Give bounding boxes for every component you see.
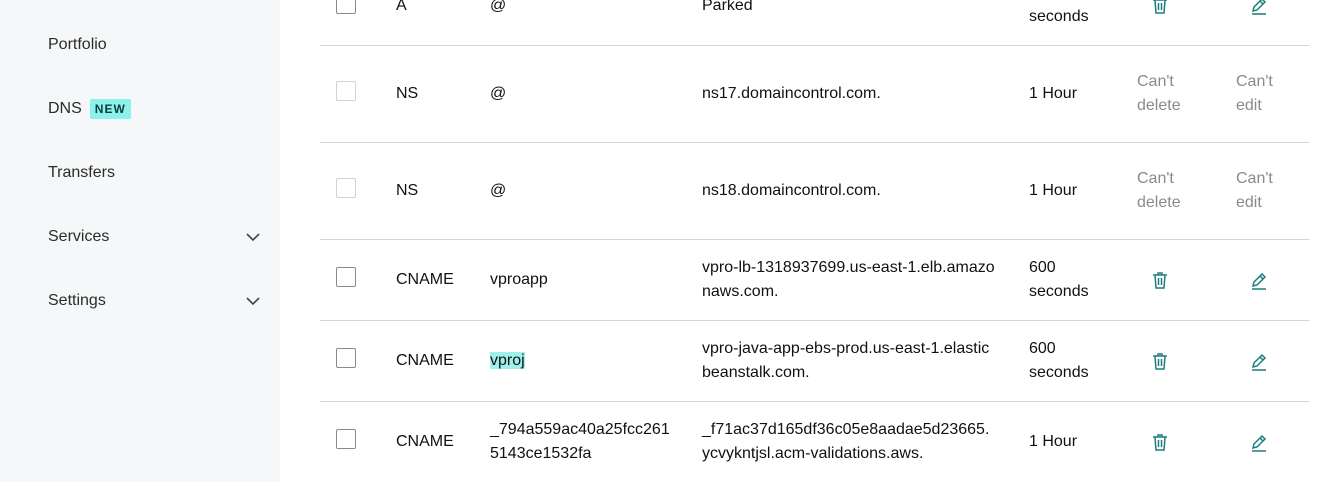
sidebar-item-dns[interactable]: DNS NEW: [48, 89, 262, 129]
table-row: NS @ ns18.domaincontrol.com. 1 Hour Can'…: [320, 143, 1309, 240]
row-checkbox[interactable]: [336, 267, 356, 287]
value-line: beanstalk.com.: [702, 364, 810, 381]
value-line: naws.com.: [702, 283, 779, 300]
label-line: Can't: [1236, 73, 1273, 90]
table-row: A @ Parked seconds: [320, 0, 1309, 46]
record-value: Parked: [702, 0, 753, 14]
row-checkbox[interactable]: [336, 348, 356, 368]
delete-record-button[interactable]: [1149, 0, 1171, 16]
record-type: CNAME: [396, 352, 454, 369]
chevron-down-icon: [246, 233, 260, 242]
record-type: NS: [396, 85, 419, 102]
record-value: vpro-java-app-ebs-prod.us-east-1.elastic…: [702, 337, 989, 385]
ttl-line: 600: [1029, 259, 1056, 276]
sidebar-item-label: Transfers: [48, 164, 115, 181]
value-line: _f71ac37d165df36c05e8aadae5d23665.: [702, 421, 990, 438]
ttl-line: 600: [1029, 340, 1056, 357]
pencil-icon: [1251, 434, 1267, 452]
edit-record-button[interactable]: [1248, 431, 1270, 453]
value-line: ycvykntjsl.acm-validations.aws.: [702, 445, 924, 462]
trash-icon: [1153, 0, 1167, 14]
edit-record-button[interactable]: [1248, 269, 1270, 291]
sidebar-item-settings[interactable]: Settings: [48, 281, 262, 321]
pencil-icon: [1251, 353, 1267, 371]
edit-record-button[interactable]: [1248, 0, 1270, 16]
sidebar-item-label: Portfolio: [48, 36, 107, 53]
cant-edit-label: Can't edit: [1236, 167, 1273, 215]
sidebar-item-portfolio[interactable]: Portfolio: [48, 25, 262, 65]
name-line: _794a559ac40a25fcc261: [490, 421, 670, 438]
label-line: delete: [1137, 194, 1181, 211]
cant-delete-label: Can't delete: [1137, 167, 1181, 215]
trash-icon: [1153, 434, 1167, 451]
delete-record-button[interactable]: [1149, 431, 1171, 453]
row-checkbox[interactable]: [336, 429, 356, 449]
label-line: Can't: [1236, 170, 1273, 187]
record-ttl: seconds: [1029, 8, 1089, 25]
value-line: vpro-lb-1318937699.us-east-1.elb.amazo: [702, 259, 995, 276]
sidebar-item-services[interactable]: Services: [48, 217, 262, 257]
pencil-icon: [1251, 272, 1267, 290]
record-name: _794a559ac40a25fcc261 5143ce1532fa: [490, 418, 670, 466]
trash-icon: [1153, 272, 1167, 289]
delete-record-button[interactable]: [1149, 269, 1171, 291]
edit-record-button[interactable]: [1248, 350, 1270, 372]
sidebar: Portfolio DNS NEW Transfers Services Set…: [0, 0, 280, 482]
record-ttl: 600 seconds: [1029, 256, 1089, 304]
search-highlight: vproj: [490, 352, 525, 369]
record-value: ns17.domaincontrol.com.: [702, 85, 881, 102]
chevron-down-icon: [246, 297, 260, 306]
value-line: vpro-java-app-ebs-prod.us-east-1.elastic: [702, 340, 990, 357]
record-type: CNAME: [396, 433, 454, 450]
table-row: CNAME vproapp vpro-lb-1318937699.us-east…: [320, 240, 1309, 321]
record-name: vproapp: [490, 271, 548, 288]
sidebar-item-label: Settings: [48, 292, 106, 309]
table-row: CNAME vproj vpro-java-app-ebs-prod.us-ea…: [320, 321, 1309, 402]
label-line: edit: [1236, 194, 1262, 211]
row-checkbox: [336, 81, 356, 101]
record-value: ns18.domaincontrol.com.: [702, 182, 881, 199]
delete-record-button[interactable]: [1149, 350, 1171, 372]
record-type: NS: [396, 182, 419, 199]
new-badge: NEW: [89, 99, 131, 119]
record-ttl: 1 Hour: [1029, 433, 1078, 450]
record-ttl: 1 Hour: [1029, 182, 1078, 199]
record-type: A: [396, 0, 407, 14]
label-line: Can't: [1137, 170, 1174, 187]
sidebar-item-transfers[interactable]: Transfers: [48, 153, 262, 193]
cant-edit-label: Can't edit: [1236, 70, 1273, 118]
record-value: _f71ac37d165df36c05e8aadae5d23665. ycvyk…: [702, 418, 989, 466]
ttl-line: seconds: [1029, 364, 1089, 381]
label-line: delete: [1137, 97, 1181, 114]
pencil-icon: [1251, 0, 1267, 15]
record-ttl: 1 Hour: [1029, 85, 1078, 102]
record-name: @: [490, 0, 507, 14]
ttl-line: seconds: [1029, 283, 1089, 300]
row-checkbox[interactable]: [336, 0, 356, 14]
record-ttl: 600 seconds: [1029, 337, 1089, 385]
record-name: @: [490, 85, 507, 102]
table-row: CNAME _794a559ac40a25fcc261 5143ce1532fa…: [320, 402, 1309, 482]
record-type: CNAME: [396, 271, 454, 288]
record-value: vpro-lb-1318937699.us-east-1.elb.amazo n…: [702, 256, 995, 304]
sidebar-item-label: Services: [48, 228, 110, 245]
record-name: @: [490, 182, 507, 199]
sidebar-item-label: DNS: [48, 100, 82, 117]
name-line: 5143ce1532fa: [490, 445, 592, 462]
cant-delete-label: Can't delete: [1137, 70, 1181, 118]
table-row: NS @ ns17.domaincontrol.com. 1 Hour Can'…: [320, 46, 1309, 143]
trash-icon: [1153, 353, 1167, 370]
record-name: vproj: [490, 349, 525, 373]
label-line: edit: [1236, 97, 1262, 114]
row-checkbox: [336, 178, 356, 198]
label-line: Can't: [1137, 73, 1174, 90]
